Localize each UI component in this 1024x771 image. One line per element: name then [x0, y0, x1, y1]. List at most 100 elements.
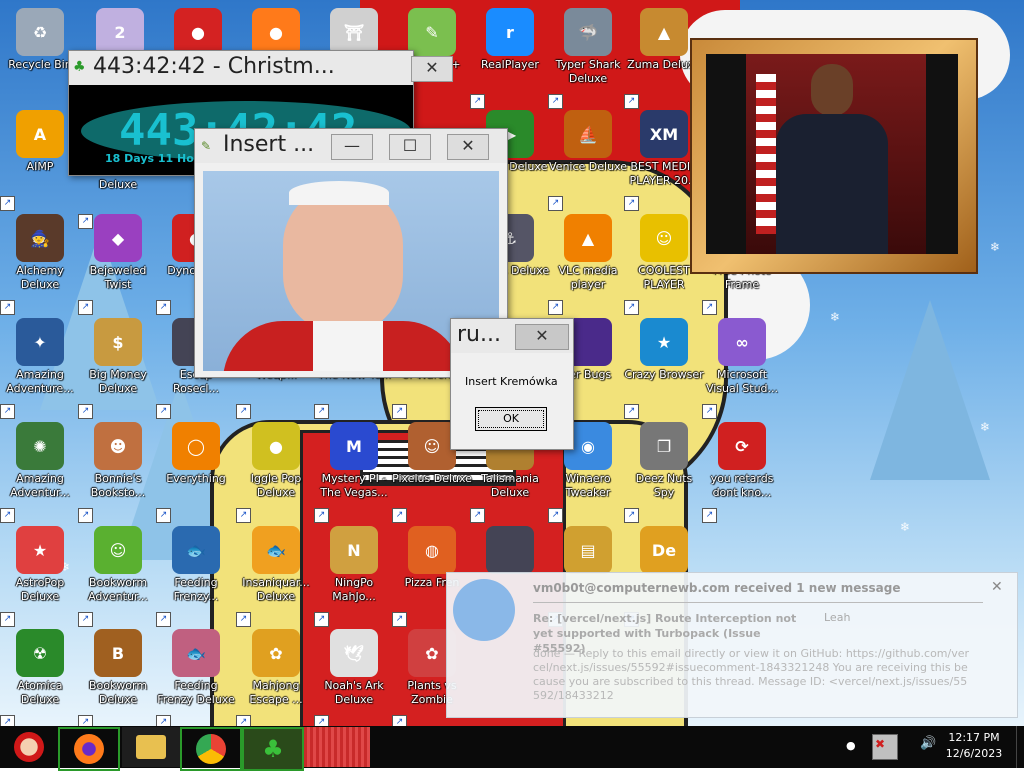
desktop-icon[interactable]: ✦ ↗ Amazing Adventure... [0, 314, 80, 419]
desktop-icon[interactable]: ☢ ↗ Atomica Deluxe [0, 625, 80, 726]
notification-body: done — Reply to this email directly or v… [533, 647, 970, 702]
desktop-icon[interactable]: ✿ ↗ Mahjong Escape ... [236, 625, 316, 726]
dialog-title: ru... [457, 322, 501, 347]
app-icon: XM [640, 110, 688, 158]
desktop-icon[interactable]: ● ↗ Iggle Pop Deluxe [236, 418, 316, 523]
close-button[interactable]: ✕ [447, 134, 489, 160]
app-icon: ❐ [640, 422, 688, 470]
close-button[interactable]: ✕ [515, 324, 569, 350]
clock[interactable]: 12:17 PM 12/6/2023 [944, 730, 1004, 762]
app-icon: ⛵ [564, 110, 612, 158]
app-icon: 🧙 [16, 214, 64, 262]
app-icon: 🕊 [330, 629, 378, 677]
desktop-icon[interactable]: ⟳ ↗ you retards dont kno... [702, 418, 782, 523]
network-icon[interactable]: ✖ [872, 734, 898, 760]
taskbar-explorer[interactable] [122, 727, 180, 767]
snowflake-icon: ❄ [990, 240, 1001, 254]
maximize-button[interactable]: ☐ [389, 134, 431, 160]
desktop-icon-label: Bookworm Deluxe [88, 679, 148, 706]
desktop-icon[interactable]: N ↗ NingPo MahJo... [314, 522, 394, 627]
timer-titlebar[interactable]: ♣ 443:42:42 - Christm... ✕ [69, 51, 453, 85]
notification-sender: Leah [824, 611, 851, 624]
app-icon: ✿ [252, 629, 300, 677]
app-icon: ☺ [408, 422, 456, 470]
tree-icon: ♣ [262, 735, 284, 763]
app-icon: ⛩ [330, 8, 378, 56]
desktop-icon-label: Crazy Browser [624, 368, 704, 381]
photo-frame-widget[interactable] [690, 38, 978, 274]
desktop-icon[interactable]: ◆ ↗ Bejeweled Twist [78, 210, 158, 315]
shortcut-arrow-icon: ↗ [314, 404, 329, 419]
desktop-icon[interactable]: 🕊 ↗ Noah's Ark Deluxe [314, 625, 394, 726]
close-button[interactable]: ✕ [411, 56, 453, 82]
app-icon: A [16, 110, 64, 158]
shortcut-arrow-icon: ↗ [0, 715, 15, 726]
desktop-icon[interactable]: 🐟 ↗ Insaniquar... Deluxe [236, 522, 316, 627]
portrait-collar [313, 321, 383, 371]
insert-titlebar[interactable]: ✎ Insert ... — ☐ ✕ [195, 129, 507, 163]
app-icon: ▲ [640, 8, 688, 56]
desktop-icon-label: you retards dont kno... [710, 472, 774, 499]
shortcut-arrow-icon: ↗ [702, 508, 717, 523]
desktop-icon[interactable]: ∞ ↗ Microsoft Visual Stud... [702, 314, 782, 419]
dialog-titlebar[interactable]: ru... ✕ [451, 319, 573, 353]
desktop-icon-label: AstroPop Deluxe [15, 576, 65, 603]
message-dialog[interactable]: ru... ✕ Insert Kremówka OK [450, 318, 574, 450]
shortcut-arrow-icon: ↗ [624, 300, 639, 315]
desktop-icon[interactable]: ◯ ↗ Everything [156, 418, 236, 523]
shortcut-arrow-icon: ↗ [548, 196, 563, 211]
taskbar-firefox[interactable] [58, 727, 120, 771]
santa-icon [14, 732, 44, 762]
desktop-icon[interactable]: ☻ ↗ Bonnie's Booksto... [78, 418, 158, 523]
desktop-icon-label: Everything [166, 472, 226, 485]
show-hidden-icon[interactable]: ● [846, 739, 856, 752]
taskbar-chrome[interactable] [180, 727, 242, 771]
desktop-icon[interactable]: 🦈 ↗ Typer Shark Deluxe [548, 4, 628, 109]
shortcut-arrow-icon: ↗ [470, 508, 485, 523]
ok-button[interactable]: OK [475, 407, 547, 431]
desktop-icon-label: Bonnie's Booksto... [90, 472, 146, 499]
shortcut-arrow-icon: ↗ [0, 404, 15, 419]
app-icon: ● [252, 8, 300, 56]
shortcut-arrow-icon: ↗ [548, 508, 563, 523]
desktop-icon[interactable]: $ ↗ Big Money Deluxe [78, 314, 158, 419]
app-icon: ▤ [564, 526, 612, 574]
desktop-icon[interactable]: ✺ ↗ Amazing Adventur... [0, 418, 80, 523]
minimize-button[interactable]: — [331, 134, 373, 160]
close-icon[interactable]: ✕ [991, 579, 1003, 595]
desktop-icon-label: Insaniquar... Deluxe [242, 576, 310, 603]
desktop-icon[interactable]: ▲ ↗ VLC media player [548, 210, 628, 315]
speaker-icon[interactable]: 🔊 [920, 736, 936, 751]
desktop-icon[interactable]: B ↗ Bookworm Deluxe [78, 625, 158, 726]
email-notification[interactable]: vm0b0t@computernewb.com received 1 new m… [446, 572, 1018, 718]
desktop-icon[interactable]: 🧙 ↗ Alchemy Deluxe [0, 210, 80, 315]
shortcut-arrow-icon: ↗ [156, 715, 171, 726]
desktop-icon-label: Feeding Frenzy... [173, 576, 219, 603]
desktop-icon[interactable]: ★ ↗ AstroPop Deluxe [0, 522, 80, 627]
app-icon: ✺ [16, 422, 64, 470]
desktop-icon[interactable]: ❐ ↗ Deez Nuts Spy [624, 418, 704, 523]
app-icon: ✎ [408, 8, 456, 56]
desktop-icon[interactable]: 🐟 ↗ Feeding Frenzy... [156, 522, 236, 627]
tree-app-icon: ♣ [73, 59, 86, 75]
desktop-icon[interactable]: M ↗ Mystery PI - The Vegas... [314, 418, 394, 523]
desktop-icon-label: Microsoft Visual Stud... [705, 368, 779, 395]
desktop-icon[interactable]: ⛵ ↗ Venice Deluxe [548, 106, 628, 211]
shortcut-arrow-icon: ↗ [0, 196, 15, 211]
desktop-icon-label: Amazing Adventure... [6, 368, 74, 395]
desktop-icon-label: Big Money Deluxe [89, 368, 147, 395]
start-button[interactable] [0, 727, 58, 767]
taskbar-app-red[interactable] [304, 727, 370, 767]
shortcut-arrow-icon: ↗ [0, 300, 15, 315]
app-icon: 2 [96, 8, 144, 56]
desktop-icon[interactable]: ☺ ↗ Bookworm Adventur... [78, 522, 158, 627]
desktop-icon[interactable]: r ↗ RealPlayer [470, 4, 550, 109]
taskbar-christmas-countdown[interactable]: ♣ [242, 727, 304, 771]
portrait-face [283, 185, 403, 335]
show-desktop-button[interactable] [1016, 726, 1024, 768]
desktop-icon[interactable]: 🐟 ↗ Feeding Frenzy Deluxe [156, 625, 236, 726]
app-icon: ★ [16, 526, 64, 574]
desktop-icon-label: Mystery PI - The Vegas... [320, 472, 388, 499]
desktop-icon[interactable]: ★ ↗ Crazy Browser [624, 314, 704, 419]
shortcut-arrow-icon: ↗ [314, 715, 329, 726]
